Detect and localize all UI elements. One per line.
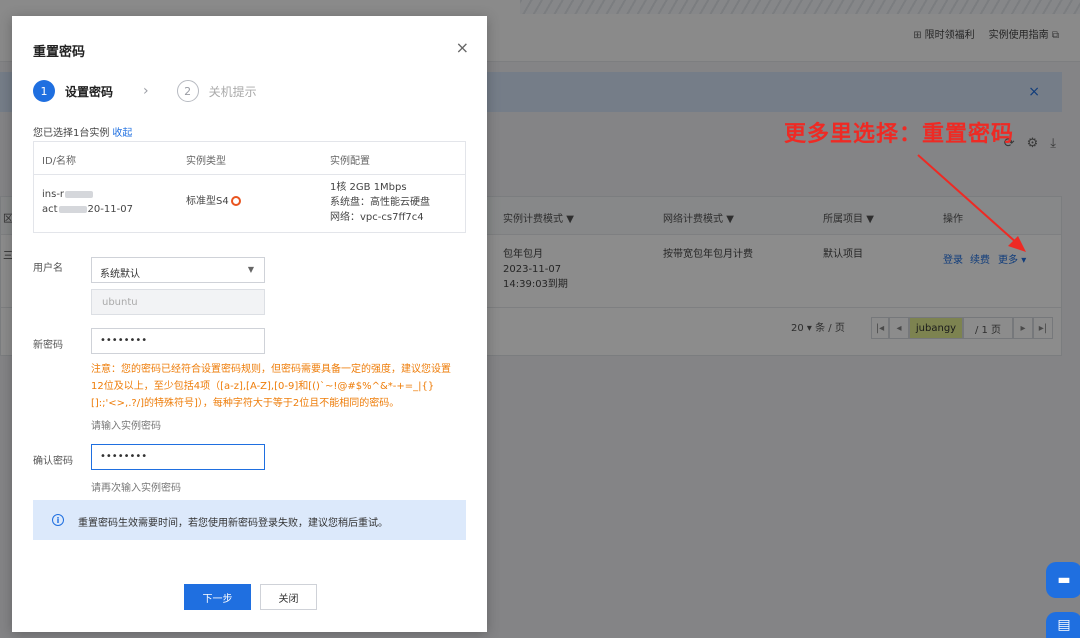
chevron-right-icon: ›: [143, 83, 149, 99]
instance-id-cell: ins-r act 20-11-07: [42, 187, 133, 217]
reset-password-dialog: 重置密码 × 1 设置密码 › 2 关机提示 您已选择1台实例 收起 ID/名称 …: [12, 16, 487, 632]
username-select[interactable]: 系统默认 ▼: [91, 257, 265, 283]
close-button[interactable]: 关闭: [260, 584, 317, 610]
config-network: 网络：vpc-cs7ff7c4: [330, 212, 424, 223]
column-header-id: ID/名称: [42, 156, 77, 167]
username-field: ubuntu: [91, 289, 265, 315]
new-password-label: 新密码: [33, 340, 63, 351]
notice-text: 重置密码生效需要时间，若您使用新密码登录失败，建议您稍后重试。: [78, 518, 388, 529]
confirm-password-hint: 请再次输入实例密码: [91, 483, 181, 494]
stepper: 1 设置密码 › 2 关机提示: [33, 80, 257, 102]
chat-icon[interactable]: ▬: [1046, 562, 1080, 598]
column-header-config: 实例配置: [330, 156, 370, 167]
collapse-link[interactable]: 收起: [112, 128, 132, 139]
selected-instance-table: ID/名称 实例类型 实例配置 ins-r act 20-11-07 标准型S4 …: [33, 141, 466, 233]
ubuntu-icon: [230, 196, 241, 206]
instance-name-suffix: 20-11-07: [87, 204, 133, 215]
column-header-type: 实例类型: [186, 156, 226, 167]
new-password-input[interactable]: ••••••••: [91, 328, 265, 354]
config-disk: 系统盘：高性能云硬盘: [330, 197, 430, 208]
instance-id: ins-r: [42, 189, 65, 200]
instance-config-cell: 1核 2GB 1Mbps 系统盘：高性能云硬盘 网络：vpc-cs7ff7c4: [330, 180, 430, 225]
step-1-label: 设置密码: [65, 84, 114, 99]
dialog-title: 重置密码: [33, 45, 86, 60]
info-notice: i 重置密码生效需要时间，若您使用新密码登录失败，建议您稍后重试。: [33, 500, 466, 540]
redacted-block: [65, 190, 94, 198]
step-1-number: 1: [33, 80, 55, 102]
close-icon[interactable]: ×: [456, 38, 469, 57]
red-annotation: 更多里选择：重置密码: [784, 122, 1015, 147]
next-button[interactable]: 下一步: [184, 584, 251, 610]
step-2-number: 2: [176, 80, 199, 102]
confirm-password-label: 确认密码: [33, 456, 73, 467]
caret-down-icon: ▼: [247, 265, 254, 274]
instance-table-header: ID/名称 实例类型 实例配置: [34, 142, 465, 175]
config-spec: 1核 2GB 1Mbps: [330, 182, 407, 193]
info-icon: i: [52, 514, 64, 526]
selected-instances: 您已选择1台实例 收起: [33, 124, 132, 139]
document-icon[interactable]: ▤: [1046, 612, 1080, 638]
confirm-password-input[interactable]: ••••••••: [91, 444, 265, 470]
instance-type-cell: 标准型S4: [186, 194, 241, 209]
instance-type: 标准型S4: [186, 196, 229, 207]
instance-name: act: [42, 204, 58, 215]
password-strength-warning: 注意：您的密码已经符合设置密码规则，但密码需要具备一定的强度，建议您设置12位及…: [91, 364, 451, 409]
new-password-hint: 请输入实例密码: [91, 421, 161, 432]
selected-count-text: 您已选择1台实例: [33, 128, 110, 139]
username-label: 用户名: [33, 263, 63, 274]
step-2-label: 关机提示: [208, 84, 257, 99]
redacted-block: [58, 205, 87, 213]
username-select-value: 系统默认: [100, 269, 140, 280]
